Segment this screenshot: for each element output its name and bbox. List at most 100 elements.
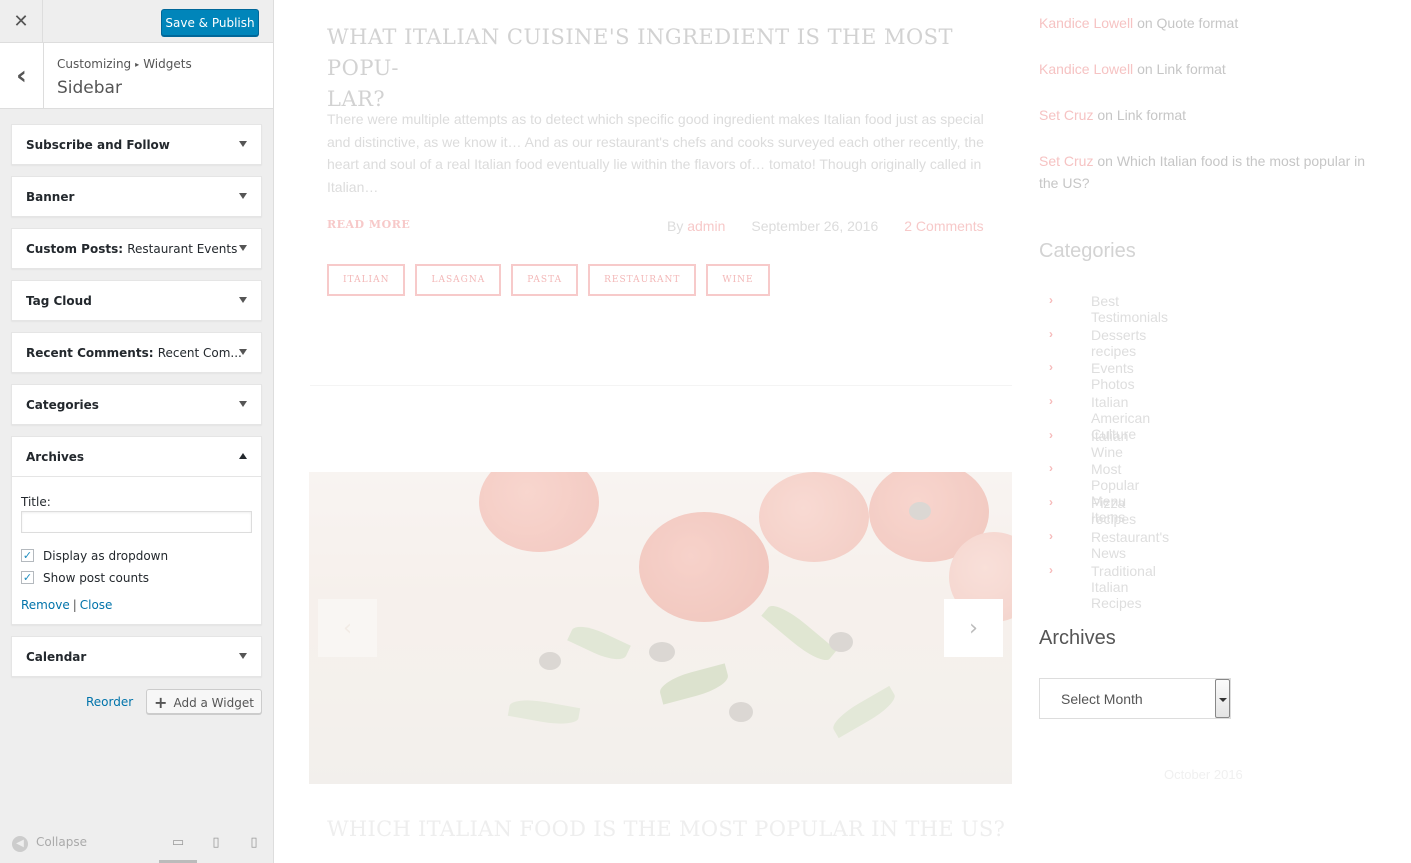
plus-icon: + — [154, 693, 168, 712]
author-link[interactable]: admin — [687, 218, 725, 234]
archives-heading: Archives — [1039, 627, 1116, 649]
site-preview: WHAT ITALIAN CUISINE'S INGREDIENT IS THE… — [274, 0, 1411, 863]
next-post-title[interactable]: WHICH ITALIAN FOOD IS THE MOST POPULAR I… — [327, 817, 1005, 841]
dropdown-option-row: ✓ Display as dropdown — [21, 547, 253, 567]
widget-subtitle: Restaurant Events — [127, 242, 238, 256]
post-title-line: WHAT ITALIAN CUISINE'S INGREDIENT IS THE… — [327, 25, 954, 80]
widget-tag-cloud[interactable]: Tag Cloud — [11, 280, 262, 321]
comment-author-link[interactable]: Set Cruz — [1039, 153, 1093, 169]
widget-title: Banner — [26, 190, 75, 204]
tag-list: ITALIAN LASAGNA PASTA RESTAURANT WINE — [327, 264, 780, 296]
expand-arrow-icon — [239, 653, 247, 659]
breadcrumb-parent: Customizing — [57, 57, 132, 71]
tag-link[interactable]: PASTA — [511, 264, 579, 296]
collapse-arrow-icon — [239, 453, 247, 459]
comment-author-link[interactable]: Kandice Lowell — [1039, 61, 1133, 77]
comments-link[interactable]: 2 Comments — [904, 218, 983, 234]
widget-banner[interactable]: Banner — [11, 176, 262, 217]
read-more-link[interactable]: READ MORE — [327, 218, 410, 231]
comment-author-link[interactable]: Kandice Lowell — [1039, 15, 1133, 31]
close-widget-link[interactable]: Close — [80, 598, 113, 612]
checkmark-icon: ✓ — [22, 549, 33, 562]
select-value: Select Month — [1061, 691, 1143, 707]
checkmark-icon: ✓ — [22, 571, 33, 584]
tag-link[interactable]: WINE — [706, 264, 770, 296]
post-excerpt: There were multiple attempts as to detec… — [327, 111, 984, 195]
recent-comment: Set Cruz on Which Italian food is the mo… — [1039, 153, 1366, 191]
collapse-icon: ◀ — [12, 836, 28, 852]
widget-archives: Archives Title: ✓ Display as dropdown ✓ … — [11, 436, 262, 625]
display-as-dropdown-checkbox[interactable]: ✓ — [21, 549, 34, 562]
chevron-right-icon: › — [1049, 461, 1053, 476]
tag-link[interactable]: RESTAURANT — [588, 264, 697, 296]
chevron-right-icon: › — [1049, 562, 1053, 577]
action-separator: | — [72, 598, 77, 612]
section-header: ‹ Customizing ▸ Widgets Sidebar — [0, 43, 273, 109]
calendar-caption: October 2016 — [1164, 767, 1243, 782]
title-field[interactable] — [21, 511, 252, 533]
section-title: Sidebar — [57, 78, 122, 98]
breadcrumb-separator-icon: ▸ — [135, 60, 140, 69]
recent-comment: Set Cruz on Link format — [1039, 107, 1187, 123]
chevron-left-icon: ‹ — [343, 615, 352, 641]
post-counts-option-row: ✓ Show post counts — [21, 569, 253, 589]
widget-archives-header[interactable]: Archives — [12, 437, 261, 477]
widget-title: Subscribe and Follow — [26, 138, 170, 152]
chevron-right-icon: › — [1049, 528, 1053, 543]
chevron-right-icon: › — [1049, 326, 1053, 341]
chevron-right-icon: › — [1049, 495, 1053, 510]
remove-widget-link[interactable]: Remove — [21, 598, 70, 612]
widget-actions: Remove | Close — [21, 598, 253, 612]
breadcrumb-child: Widgets — [143, 57, 192, 71]
widget-categories[interactable]: Categories — [11, 384, 262, 425]
post-title[interactable]: WHAT ITALIAN CUISINE'S INGREDIENT IS THE… — [327, 22, 967, 115]
image-slider: ‹ › — [309, 472, 1012, 784]
title-field-label: Title: — [21, 495, 51, 509]
by-label: By — [667, 218, 684, 234]
slider-next-button[interactable]: › — [944, 599, 1003, 657]
slider-prev-button[interactable]: ‹ — [318, 599, 377, 657]
collapse-button[interactable]: ◀ Collapse — [12, 835, 87, 852]
comment-post-link[interactable]: Link format — [1117, 107, 1186, 123]
expand-arrow-icon — [239, 245, 247, 251]
widget-title: Tag Cloud — [26, 294, 92, 308]
mobile-preview-icon[interactable]: ▯ — [244, 835, 264, 855]
widget-subscribe-and-follow[interactable]: Subscribe and Follow — [11, 124, 262, 165]
tag-link[interactable]: LASAGNA — [415, 264, 502, 296]
tag-link[interactable]: ITALIAN — [327, 264, 406, 296]
comment-post-link[interactable]: Link format — [1157, 61, 1226, 77]
show-post-counts-label: Show post counts — [43, 571, 150, 585]
recent-comment: Kandice Lowell on Quote format — [1039, 15, 1239, 31]
tablet-preview-icon[interactable]: ▯ — [206, 835, 226, 855]
post-meta: By admin September 26, 2016 2 Comments — [667, 218, 984, 234]
post-date[interactable]: September 26, 2016 — [751, 218, 878, 234]
widget-title: Recent Comments: Recent Com... — [26, 346, 242, 360]
archives-form: Title: ✓ Display as dropdown ✓ Show post… — [21, 495, 253, 612]
chevron-right-icon: › — [1049, 394, 1053, 409]
back-button[interactable]: ‹ — [0, 43, 44, 108]
customizer-footer: ◀ Collapse ▭ ▯ ▯ — [0, 826, 273, 863]
dropdown-arrow-icon — [1215, 679, 1230, 718]
collapse-label: Collapse — [36, 835, 87, 849]
reorder-link[interactable]: Reorder — [86, 695, 133, 709]
chevron-right-icon: › — [1049, 427, 1053, 442]
desktop-preview-icon[interactable]: ▭ — [159, 835, 197, 863]
expand-arrow-icon — [239, 401, 247, 407]
comment-post-link[interactable]: Quote format — [1157, 15, 1239, 31]
widget-calendar[interactable]: Calendar — [11, 636, 262, 677]
widget-recent-comments[interactable]: Recent Comments: Recent Com... — [11, 332, 262, 373]
add-widget-label: Add a Widget — [173, 696, 254, 710]
archives-month-select[interactable]: Select Month — [1039, 678, 1231, 719]
customizer-header: ✕ Save & Publish — [0, 0, 273, 43]
add-widget-button[interactable]: + Add a Widget — [146, 689, 262, 714]
chevron-right-icon: › — [969, 615, 978, 641]
comment-author-link[interactable]: Set Cruz — [1039, 107, 1093, 123]
widget-subtitle: Recent Com... — [157, 346, 242, 360]
close-customizer-button[interactable]: ✕ — [0, 0, 43, 43]
widget-custom-posts[interactable]: Custom Posts: Restaurant Events — [11, 228, 262, 269]
widget-title: Archives — [26, 450, 85, 464]
show-post-counts-checkbox[interactable]: ✓ — [21, 571, 34, 584]
widget-title: Custom Posts: Restaurant Events — [26, 242, 238, 256]
save-publish-button[interactable]: Save & Publish — [161, 9, 259, 36]
widget-title: Categories — [26, 398, 99, 412]
